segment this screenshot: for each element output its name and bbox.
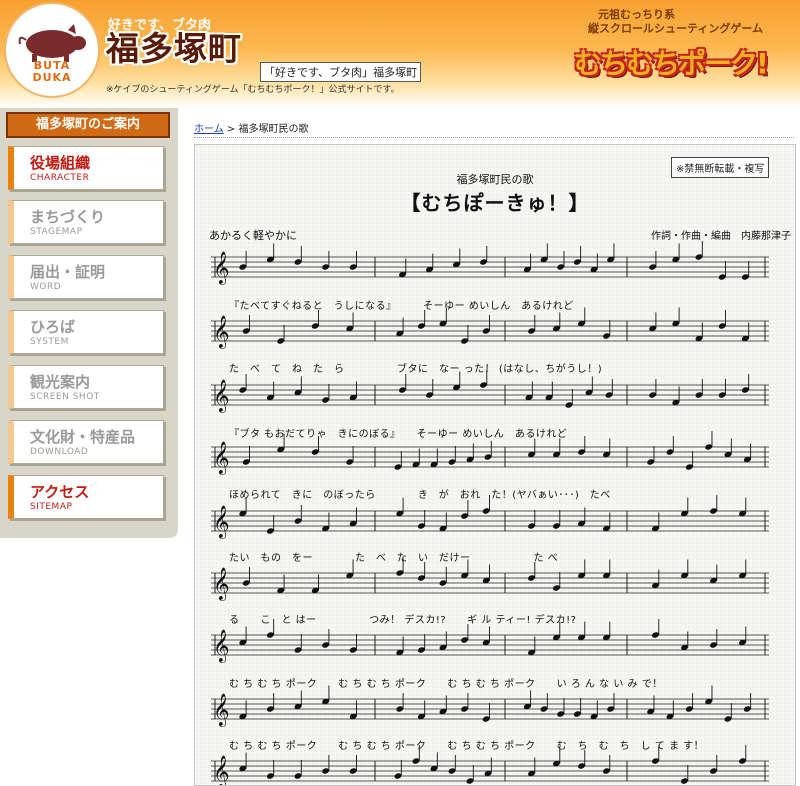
breadcrumb-current: 福多塚町民の歌 — [238, 124, 309, 135]
treble-clef-icon: 𝄞 — [213, 379, 230, 413]
sheet-music: ※禁無断転載・複写 福多塚町民の歌 【むちぽーきゅ！】 あかるく軽やかに 作詞・… — [194, 144, 796, 786]
lyric-line: る こ と はー つみ！ デスカ!? ギ ル ティー! デスカ!? — [229, 615, 577, 626]
breadcrumb-home-link[interactable]: ホーム — [194, 124, 224, 135]
nav-item-label: 役場組織 — [30, 154, 91, 172]
nav-item-stagemap[interactable]: まちづくり STAGEMAP — [8, 200, 164, 244]
breadcrumb-divider — [194, 137, 794, 138]
nav-item-sublabel: SYSTEM — [30, 337, 69, 347]
site-note: ※ケイブのシューティングゲーム「むちむちポーク！」公式サイトです。 — [106, 85, 400, 95]
nav-item-system[interactable]: ひろば SYSTEM — [8, 310, 164, 354]
treble-clef-icon: 𝄞 — [213, 251, 230, 285]
lyric-line: 『たべてすぐねると うしになる』 そーゆー めいしん あるけれど — [229, 301, 574, 312]
nav-item-label: 届出・証明 — [30, 263, 106, 281]
treble-clef-icon: 𝄞 — [213, 629, 230, 663]
lyric-line: たい もの をー た べ た い だけー た べ — [229, 553, 559, 564]
nav-item-sublabel: CHARACTER — [30, 173, 90, 183]
title-label: 「好きです、ブタ肉」福多塚町 — [260, 62, 422, 82]
nav-item-sublabel: STAGEMAP — [30, 227, 83, 237]
nav-item-download[interactable]: 文化財・特産品 DOWNLOAD — [8, 420, 164, 464]
site-header: BUTA DUKA 好きです、ブタ肉 福多塚町 「好きです、ブタ肉」福多塚町 ※… — [0, 0, 800, 108]
site-title[interactable]: 福多塚町 — [106, 30, 242, 68]
treble-clef-icon: 𝄞 — [213, 505, 230, 539]
logo-text: BUTA DUKA — [32, 59, 72, 84]
nav-item-sitemap[interactable]: アクセス SITEMAP — [8, 475, 164, 519]
treble-clef-icon: 𝄞 — [213, 567, 230, 601]
lyric-line: む ち む ち ポーク む ち む ち ポーク む ち む ち ポーク む ち … — [229, 741, 705, 752]
treble-clef-icon: 𝄞 — [213, 755, 230, 785]
lyric-line: む ち む ち ポーク む ち む ち ポーク む ち む ち ポーク い ろ … — [229, 679, 663, 690]
nav-item-character[interactable]: 役場組織 CHARACTER — [8, 146, 164, 190]
nav-item-sublabel: SCREEN SHOT — [30, 392, 100, 402]
sidebar-heading: 福多塚町のご案内 — [6, 112, 170, 138]
treble-clef-icon: 𝄞 — [213, 315, 230, 349]
promo-line-2: 縦スクロールシューティングゲーム — [588, 22, 764, 35]
nav-item-label: アクセス — [30, 483, 90, 501]
breadcrumb-separator: > — [226, 124, 236, 135]
lyric-line: ほめられて きに のぼったら き が おれ た！(ヤバぁい･･･) たべ — [229, 490, 611, 501]
lyric-line: 『ブタ もおだてりゃ きにのぼる』 そーゆー めいしん あるけれど — [229, 429, 568, 440]
treble-clef-icon: 𝄞 — [213, 441, 230, 475]
nav-item-sublabel: DOWNLOAD — [30, 447, 89, 457]
sidebar: 福多塚町のご案内 役場組織 CHARACTER まちづくり STAGEMAP 届… — [0, 108, 178, 538]
nav-item-label: ひろば — [30, 318, 76, 336]
pig-logo-icon — [18, 24, 86, 62]
lyric-line: た べ て ね た ら ブタに なー った！ (はなし、ちがうし！) — [229, 364, 603, 375]
nav-item-screenshot[interactable]: 観光案内 SCREEN SHOT — [8, 365, 164, 409]
nav-item-word[interactable]: 届出・証明 WORD — [8, 255, 164, 299]
nav-item-label: まちづくり — [30, 208, 106, 226]
treble-clef-icon: 𝄞 — [213, 693, 230, 727]
game-logo[interactable]: むちむちポーク! — [574, 42, 774, 82]
nav-item-sublabel: WORD — [30, 282, 62, 292]
nav-item-label: 観光案内 — [30, 373, 91, 391]
nav-item-sublabel: SITEMAP — [30, 502, 73, 512]
breadcrumb: ホーム > 福多塚町民の歌 — [194, 120, 308, 135]
nav-item-label: 文化財・特産品 — [30, 428, 136, 446]
